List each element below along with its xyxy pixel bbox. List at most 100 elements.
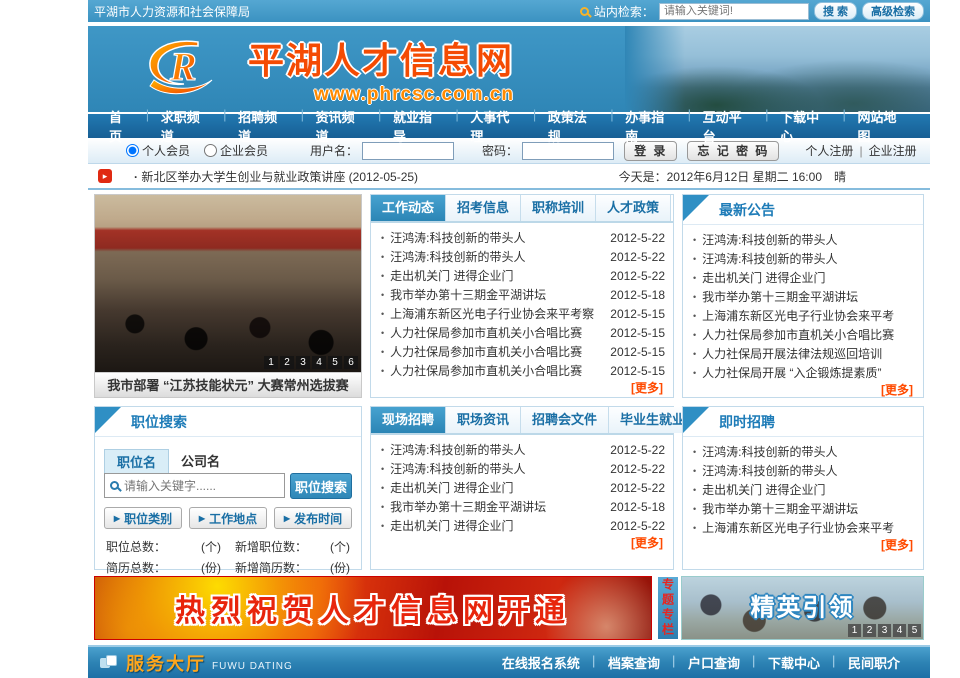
site-search-button[interactable]: 搜 索 [814,2,857,20]
news-item[interactable]: 人力社保局参加市直机关小合唱比赛 2012-5-15 [379,342,665,361]
news-date: 2012-5-22 [603,481,665,495]
special-column-tab[interactable]: 专题专栏 [657,576,679,640]
elite-page-button[interactable]: 3 [878,624,891,637]
announcement-ticker: ▸ 新北区举办大学生创业与就业政策讲座 (2012-05-25) 今天是：201… [88,164,930,190]
service-hall-icon [100,655,118,671]
news-item[interactable]: 走出机关门 进得企业门 [691,268,915,287]
tab-exam-info[interactable]: 招考信息 [446,195,521,221]
more-link[interactable]: [更多] [683,537,923,554]
page: 平湖市人力资源和社会保障局 站内检索： 搜 索 高级检索 R [88,0,930,678]
tab-talent-policy[interactable]: 人才政策 [596,195,671,221]
news-item[interactable]: 人力社保局参加市直机关小合唱比赛 2012-5-15 [379,361,665,380]
nav-item[interactable]: 资讯频道 [303,107,380,145]
more-link[interactable]: [更多] [371,535,673,552]
register-separator: | [859,144,862,158]
carousel-photo[interactable]: 123456 [95,195,361,372]
filter-button[interactable]: ▶ 职位类别 [104,507,182,529]
news-item[interactable]: 汪鸿涛:科技创新的带头人 2012-5-22 [379,228,665,247]
news-item[interactable]: 走出机关门 进得企业门 2012-5-22 [379,478,665,497]
news-item[interactable]: 上海浦东新区光电子行业协会来平考 [691,518,915,537]
carousel-page-button[interactable]: 4 [312,356,326,369]
job-search-tabs: 职位名 公司名 [104,449,352,473]
news-title: 上海浦东新区光电子行业协会来平考察 [390,305,603,322]
news-item[interactable]: 汪鸿涛:科技创新的带头人 [691,442,915,461]
advanced-search-button[interactable]: 高级检索 [862,2,924,20]
news-item[interactable]: 人力社保局开展 “入企锻炼提素质” [691,363,915,382]
carousel-page-button[interactable]: 6 [344,356,358,369]
carousel-page-button[interactable]: 2 [280,356,294,369]
service-hall-bar: 服务大厅 FUWU DATING 在线报名系统档案查询户口查询下载中心民间职介 [88,645,930,678]
nav-item[interactable]: 人事代理 [457,107,534,145]
news-item[interactable]: 汪鸿涛:科技创新的带头人 [691,461,915,480]
news-item[interactable]: 人力社保局参加市直机关小合唱比赛 2012-5-15 [379,323,665,342]
elite-page-button[interactable]: 2 [863,624,876,637]
news-title: 我市举办第十三期金平湖讲坛 [702,500,915,517]
news-item[interactable]: 汪鸿涛:科技创新的带头人 2012-5-22 [379,459,665,478]
site-search-input[interactable] [659,3,809,20]
keyword-input[interactable] [124,479,279,493]
tab-title-training[interactable]: 职称培训 [521,195,596,221]
elite-banner[interactable]: 精英引领 12345 [681,576,924,640]
service-link[interactable]: 档案查询 [594,653,674,672]
news-item[interactable]: 汪鸿涛:科技创新的带头人 2012-5-22 [379,247,665,266]
service-link[interactable]: 民间职介 [834,653,914,672]
news-item[interactable]: 汪鸿涛:科技创新的带头人 [691,249,915,268]
service-link[interactable]: 下载中心 [754,653,834,672]
nav-item[interactable]: 就业指导 [380,107,457,145]
nav-item[interactable]: 求职频道 [148,107,225,145]
news-item[interactable]: 走出机关门 进得企业门 2012-5-22 [379,516,665,535]
carousel-page-button[interactable]: 1 [264,356,278,369]
news-date: 2012-5-15 [603,345,665,359]
nav-item[interactable]: 网站地图 [845,107,922,145]
news-item[interactable]: 走出机关门 进得企业门 2012-5-22 [379,266,665,285]
news-item[interactable]: 我市举办第十三期金平湖讲坛 [691,287,915,306]
tab-job-name[interactable]: 职位名 [104,449,169,473]
news-item[interactable]: 汪鸿涛:科技创新的带头人 2012-5-22 [379,440,665,459]
tab-company-name[interactable]: 公司名 [169,449,232,473]
celebration-banner[interactable]: 热烈祝贺人才信息网开通 [94,576,652,640]
ticker-news-link[interactable]: 新北区举办大学生创业与就业政策讲座 (2012-05-25) [134,168,418,185]
photo-caption[interactable]: 我市部署 “江苏技能状元” 大赛常州选拔赛 [95,372,361,397]
nav-item[interactable]: 办事指南 [612,107,689,145]
tab-work-news[interactable]: 工作动态 [371,195,446,221]
elite-page-button[interactable]: 5 [908,624,921,637]
news-title: 人力社保局开展 “入企锻炼提素质” [702,364,915,381]
tab-career-info[interactable]: 职场资讯 [446,407,521,433]
news-item[interactable]: 上海浦东新区光电子行业协会来平考察 2012-5-15 [379,304,665,323]
elite-page-button[interactable]: 4 [893,624,906,637]
nav-item[interactable]: 首页 [96,107,148,145]
svg-text:R: R [169,44,197,89]
more-link[interactable]: [更多] [371,380,673,397]
nav-item[interactable]: 下载中心 [767,107,844,145]
company-member-radio[interactable] [204,144,217,157]
news-title: 走出机关门 进得企业门 [390,517,603,534]
service-link[interactable]: 户口查询 [674,653,754,672]
personal-member-radio[interactable] [126,144,139,157]
news-item[interactable]: 人力社保局开展法律法规巡回培训 [691,344,915,363]
job-search-button[interactable]: 职位搜索 [290,473,352,499]
news-item[interactable]: 汪鸿涛:科技创新的带头人 [691,230,915,249]
filter-button[interactable]: ▶ 工作地点 [189,507,267,529]
tab-live-recruit[interactable]: 现场招聘 [371,407,446,433]
carousel-page-button[interactable]: 3 [296,356,310,369]
keyword-input-wrap [104,473,285,498]
site-logo-icon[interactable]: R [140,36,232,103]
nav-item[interactable]: 招聘频道 [225,107,302,145]
nav-item[interactable]: 互动平台 [690,107,767,145]
news-item[interactable]: 上海浦东新区光电子行业协会来平考 [691,306,915,325]
filter-button[interactable]: ▶ 发布时间 [274,507,352,529]
news-item[interactable]: 我市举办第十三期金平湖讲坛 2012-5-18 [379,497,665,516]
service-link[interactable]: 在线报名系统 [488,653,594,672]
news-item[interactable]: 人力社保局参加市直机关小合唱比赛 [691,325,915,344]
news-item[interactable]: 我市举办第十三期金平湖讲坛 2012-5-18 [379,285,665,304]
news-title: 上海浦东新区光电子行业协会来平考 [702,519,915,536]
tab-jobfair-files[interactable]: 招聘会文件 [521,407,609,433]
carousel-page-button[interactable]: 5 [328,356,342,369]
stat-unit: (份) [330,558,350,579]
news-item[interactable]: 走出机关门 进得企业门 [691,480,915,499]
more-link[interactable]: [更多] [683,382,923,399]
nav-item[interactable]: 政策法规 [535,107,612,145]
news-item[interactable]: 我市举办第十三期金平湖讲坛 [691,499,915,518]
elite-page-button[interactable]: 1 [848,624,861,637]
job-search-title: 职位搜索 [131,414,187,430]
